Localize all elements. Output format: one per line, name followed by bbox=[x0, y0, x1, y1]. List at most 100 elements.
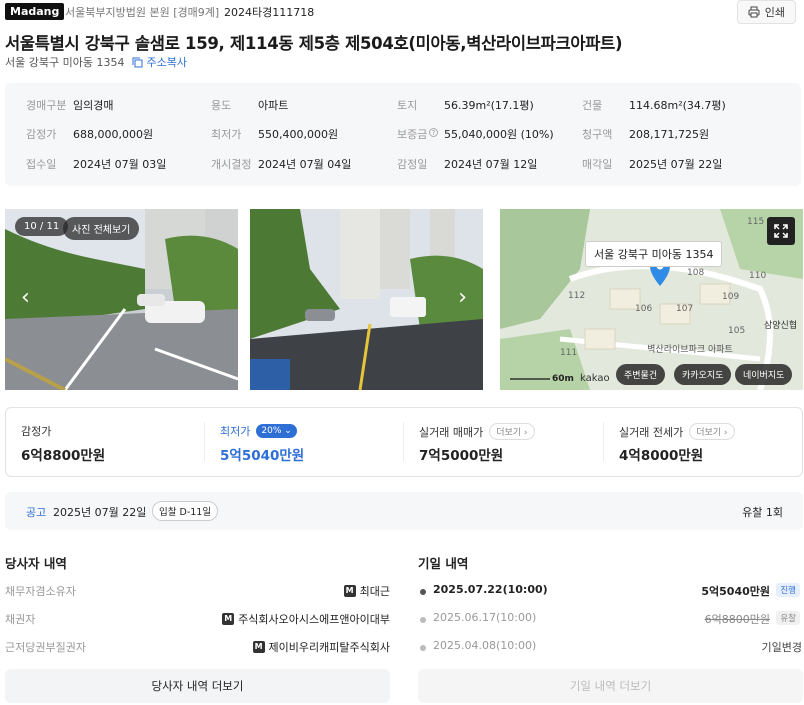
trade-value: 7억5000만원 bbox=[419, 448, 504, 464]
history-price: 기일변경 bbox=[761, 641, 802, 654]
building-number: 106 bbox=[635, 304, 653, 314]
prev-photo-icon[interactable]: ‹ bbox=[21, 285, 30, 310]
history-date: 2025.06.17(10:00) bbox=[433, 611, 537, 624]
complex-name: 벽산라이브파크 아파트 bbox=[647, 345, 733, 355]
minimum-label-group: 최저가 20% ⌄ bbox=[220, 423, 297, 439]
history-more-button[interactable]: 기일 내역 더보기 bbox=[418, 669, 803, 703]
info-value: 550,400,000원 bbox=[258, 128, 339, 141]
dday-badge: 입찰 D-11일 bbox=[152, 501, 219, 521]
info-value: 2024년 07월 03일 bbox=[73, 158, 167, 171]
history-date: 2025.07.22(10:00) bbox=[433, 583, 548, 596]
naver-map-button[interactable]: 네이버지도 bbox=[735, 364, 793, 385]
fail-count: 유찰 1회 bbox=[742, 506, 783, 519]
info-label: 건물 bbox=[582, 99, 603, 112]
minimum-value: 5억5040만원 bbox=[220, 448, 305, 464]
discount-value: 20% bbox=[261, 426, 282, 436]
info-label: 감정일 bbox=[397, 158, 428, 171]
trade-label-group: 실거래 매매가 더보기 › bbox=[419, 423, 535, 440]
next-photo-icon[interactable]: › bbox=[458, 285, 467, 310]
info-label: 토지 bbox=[397, 99, 418, 112]
location-map[interactable]: 서울 강북구 미아동 1354 108 110 112 106 107 109 … bbox=[500, 209, 803, 390]
info-value: 2024년 07월 04일 bbox=[258, 158, 352, 171]
status-badge: 유찰 bbox=[776, 611, 800, 625]
info-row: 감정가 688,000,000원 최저가 550,400,000원 보증금 ? … bbox=[5, 126, 801, 144]
info-value: 114.68m²(34.7평) bbox=[629, 99, 726, 112]
minimum-label: 최저가 bbox=[220, 425, 251, 438]
help-icon[interactable]: ? bbox=[429, 128, 438, 137]
info-value: 2024년 07월 12일 bbox=[444, 158, 538, 171]
nearby-properties-button[interactable]: 주변물건 bbox=[616, 364, 666, 385]
appraisal-label: 감정가 bbox=[21, 425, 52, 438]
building-number: 111 bbox=[560, 348, 578, 358]
parties-title: 당사자 내역 bbox=[5, 556, 67, 571]
info-row: 경매구분 임의경매 용도 아파트 토지 56.39m²(17.1평) 건물 11… bbox=[5, 97, 801, 115]
auction-info-panel: 경매구분 임의경매 용도 아파트 토지 56.39m²(17.1평) 건물 11… bbox=[5, 83, 801, 186]
expand-map-button[interactable] bbox=[767, 217, 795, 245]
copy-icon bbox=[132, 57, 143, 67]
brand-logo[interactable]: Madang bbox=[5, 3, 65, 20]
status-dot bbox=[420, 589, 426, 595]
info-label: 용도 bbox=[211, 99, 232, 112]
info-label: 청구액 bbox=[582, 128, 613, 141]
divider bbox=[204, 422, 205, 462]
notice-date: 2025년 07월 22일 bbox=[53, 506, 147, 519]
history-price: 5억5040만원 bbox=[701, 585, 770, 598]
building-number: 108 bbox=[687, 268, 705, 278]
kakao-map-button[interactable]: 카카오지도 bbox=[674, 364, 732, 385]
appraisal-value: 6억8800만원 bbox=[21, 448, 106, 464]
info-label: 접수일 bbox=[26, 158, 57, 171]
property-photo[interactable]: › bbox=[250, 209, 483, 390]
building-number: 109 bbox=[722, 292, 740, 302]
history-date: 2025.04.08(10:00) bbox=[433, 639, 537, 652]
info-value: 208,171,725원 bbox=[629, 128, 710, 141]
building-number: 107 bbox=[676, 304, 694, 314]
info-label: 경매구분 bbox=[26, 99, 67, 112]
view-all-photos-button[interactable]: 사진 전체보기 bbox=[63, 217, 140, 240]
info-value: 56.39m²(17.1평) bbox=[444, 99, 534, 112]
trade-more-button[interactable]: 더보기 › bbox=[489, 423, 535, 440]
photo-counter: 10 / 11 bbox=[15, 217, 69, 236]
history-price: 6억8800만원 bbox=[704, 613, 770, 626]
parties-more-button[interactable]: 당사자 내역 더보기 bbox=[5, 669, 390, 703]
notice-bar: 공고 2025년 07월 22일 입찰 D-11일 유찰 1회 bbox=[5, 492, 803, 530]
printer-icon bbox=[748, 6, 760, 18]
jeonse-label-group: 실거래 전세가 더보기 › bbox=[619, 423, 735, 440]
status-dot bbox=[420, 617, 426, 623]
court-name: 서울북부지방법원 본원 [경매9계] bbox=[65, 6, 220, 19]
building-number: 112 bbox=[568, 291, 586, 301]
jibun-address: 서울 강북구 미아동 1354 bbox=[5, 56, 125, 69]
info-value: 688,000,000원 bbox=[73, 128, 154, 141]
discount-badge: 20% ⌄ bbox=[256, 424, 297, 438]
fullscreen-icon bbox=[774, 224, 788, 238]
info-label: 보증금 bbox=[397, 128, 428, 141]
jeonse-more-button[interactable]: 더보기 › bbox=[689, 423, 735, 440]
notice-label: 공고 bbox=[26, 506, 47, 519]
apartment-road-photo bbox=[250, 209, 483, 390]
status-badge: 진행 bbox=[776, 583, 800, 597]
map-address-label: 서울 강북구 미아동 1354 bbox=[585, 241, 723, 267]
print-label: 인쇄 bbox=[764, 6, 785, 19]
info-value: 2025년 07월 22일 bbox=[629, 158, 723, 171]
info-label: 개시결정 bbox=[211, 158, 252, 171]
map-scale: 60m bbox=[552, 374, 574, 384]
building-number: 115 bbox=[747, 217, 765, 227]
divider bbox=[603, 422, 604, 462]
history-title: 기일 내역 bbox=[418, 556, 469, 571]
page-title: 서울특별시 강북구 솔샘로 159, 제114동 제5층 제504호(미아동,벽… bbox=[5, 34, 623, 53]
history-row: 2025.06.17(10:00) 6억8800만원 유찰 bbox=[0, 611, 804, 629]
property-photo[interactable]: 10 / 11 사진 전체보기 ‹ bbox=[5, 209, 238, 390]
building-number: 105 bbox=[728, 326, 746, 336]
jeonse-label: 실거래 전세가 bbox=[619, 425, 684, 439]
copy-address-button[interactable]: 주소복사 bbox=[132, 54, 187, 70]
kakao-logo: kakao bbox=[580, 373, 610, 384]
trade-label: 실거래 매매가 bbox=[419, 425, 484, 439]
history-row: 2025.04.08(10:00) 기일변경 bbox=[0, 639, 804, 657]
print-button[interactable]: 인쇄 bbox=[736, 0, 796, 24]
info-value: 아파트 bbox=[258, 99, 289, 112]
trade-more-label: 더보기 bbox=[496, 428, 522, 438]
info-label: 감정가 bbox=[26, 128, 57, 141]
address-sub: 서울 강북구 미아동 1354 주소복사 bbox=[5, 54, 187, 70]
case-number: 2024타경111718 bbox=[224, 6, 315, 19]
price-summary: 감정가 6억8800만원 최저가 20% ⌄ 5억5040만원 실거래 매매가 … bbox=[5, 407, 803, 477]
jeonse-more-label: 더보기 bbox=[696, 428, 722, 438]
